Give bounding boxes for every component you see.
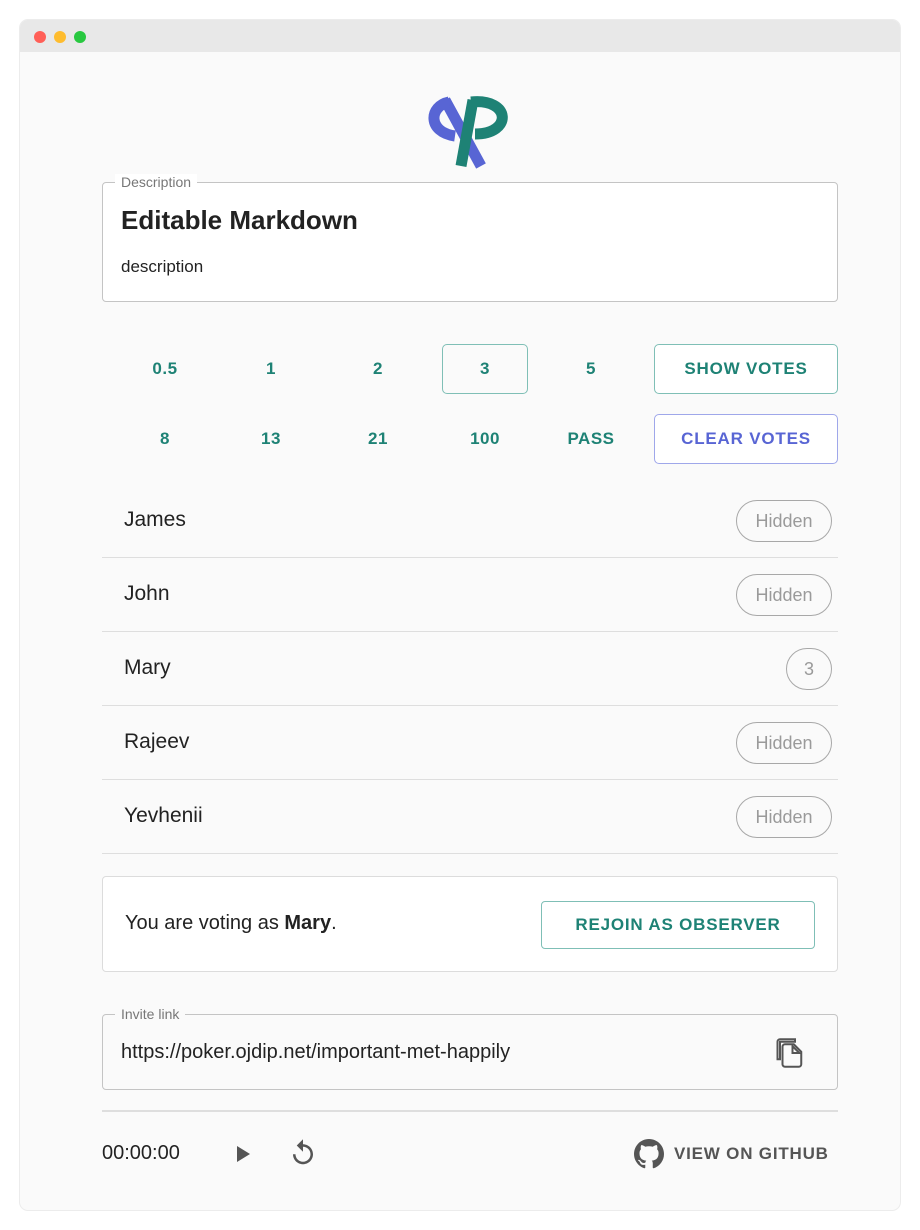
vote-status-chip: Hidden	[736, 722, 832, 764]
voting-prefix: You are voting as	[125, 912, 285, 934]
show-votes-button[interactable]: SHOW VOTES	[654, 344, 838, 394]
description-field[interactable]: Description Editable Markdown descriptio…	[102, 174, 838, 302]
invite-link-url: https://poker.ojdip.net/important-met-ha…	[121, 1041, 511, 1063]
voting-status-text: You are voting as Mary.	[125, 912, 337, 935]
player-row: Yevhenii Hidden	[102, 780, 838, 854]
player-row: John Hidden	[102, 558, 838, 632]
player-name: John	[124, 582, 170, 605]
invite-link-field[interactable]: Invite link https://poker.ojdip.net/impo…	[102, 1006, 838, 1090]
vote-option-button[interactable]: 13	[228, 414, 314, 464]
description-body: description	[121, 257, 204, 276]
voting-status-card: You are voting as Mary. REJOIN AS OBSERV…	[102, 876, 838, 972]
vote-option-button[interactable]: 5	[548, 344, 634, 394]
app-window: Description Editable Markdown descriptio…	[20, 20, 900, 1210]
voting-suffix: .	[331, 912, 337, 934]
description-legend: Description	[115, 174, 198, 190]
timer-display: 00:00:00	[102, 1142, 180, 1164]
player-name: James	[124, 508, 186, 531]
vote-option-button[interactable]: 1	[228, 344, 314, 394]
footer-divider	[102, 1110, 838, 1112]
vote-status-chip: Hidden	[736, 574, 832, 616]
vote-status-chip: Hidden	[736, 500, 832, 542]
clear-votes-button[interactable]: CLEAR VOTES	[654, 414, 838, 464]
player-name: Rajeev	[124, 730, 190, 753]
player-name: Mary	[124, 656, 171, 679]
maximize-window-button[interactable]	[74, 31, 86, 43]
vote-option-button[interactable]: 0.5	[122, 344, 208, 394]
logo-icon	[428, 96, 508, 169]
vote-status-chip: 3	[786, 648, 832, 690]
vote-option-button[interactable]: PASS	[548, 414, 634, 464]
player-row: James Hidden	[102, 484, 838, 558]
rejoin-as-observer-button[interactable]: REJOIN AS OBSERVER	[541, 901, 815, 949]
description-title: Editable Markdown	[121, 205, 358, 235]
play-icon[interactable]	[230, 1142, 254, 1166]
close-window-button[interactable]	[34, 31, 46, 43]
window-titlebar	[20, 20, 900, 52]
vote-option-button[interactable]: 3	[442, 344, 528, 394]
vote-status-chip: Hidden	[736, 796, 832, 838]
minimize-window-button[interactable]	[54, 31, 66, 43]
vote-option-button[interactable]: 8	[122, 414, 208, 464]
view-on-github-link[interactable]: VIEW ON GITHUB	[634, 1138, 829, 1170]
invite-link-legend: Invite link	[115, 1006, 186, 1022]
view-on-github-label: VIEW ON GITHUB	[674, 1144, 829, 1163]
vote-option-button[interactable]: 2	[335, 344, 421, 394]
voting-user-name: Mary	[284, 912, 332, 934]
main-content: Description Editable Markdown descriptio…	[102, 52, 838, 1210]
vote-option-button[interactable]: 100	[442, 414, 528, 464]
player-name: Yevhenii	[124, 804, 203, 827]
copy-icon[interactable]	[775, 1037, 805, 1069]
player-row: Mary 3	[102, 632, 838, 706]
vote-option-button[interactable]: 21	[335, 414, 421, 464]
player-row: Rajeev Hidden	[102, 706, 838, 780]
github-icon	[634, 1139, 664, 1169]
reset-icon[interactable]	[288, 1138, 318, 1168]
